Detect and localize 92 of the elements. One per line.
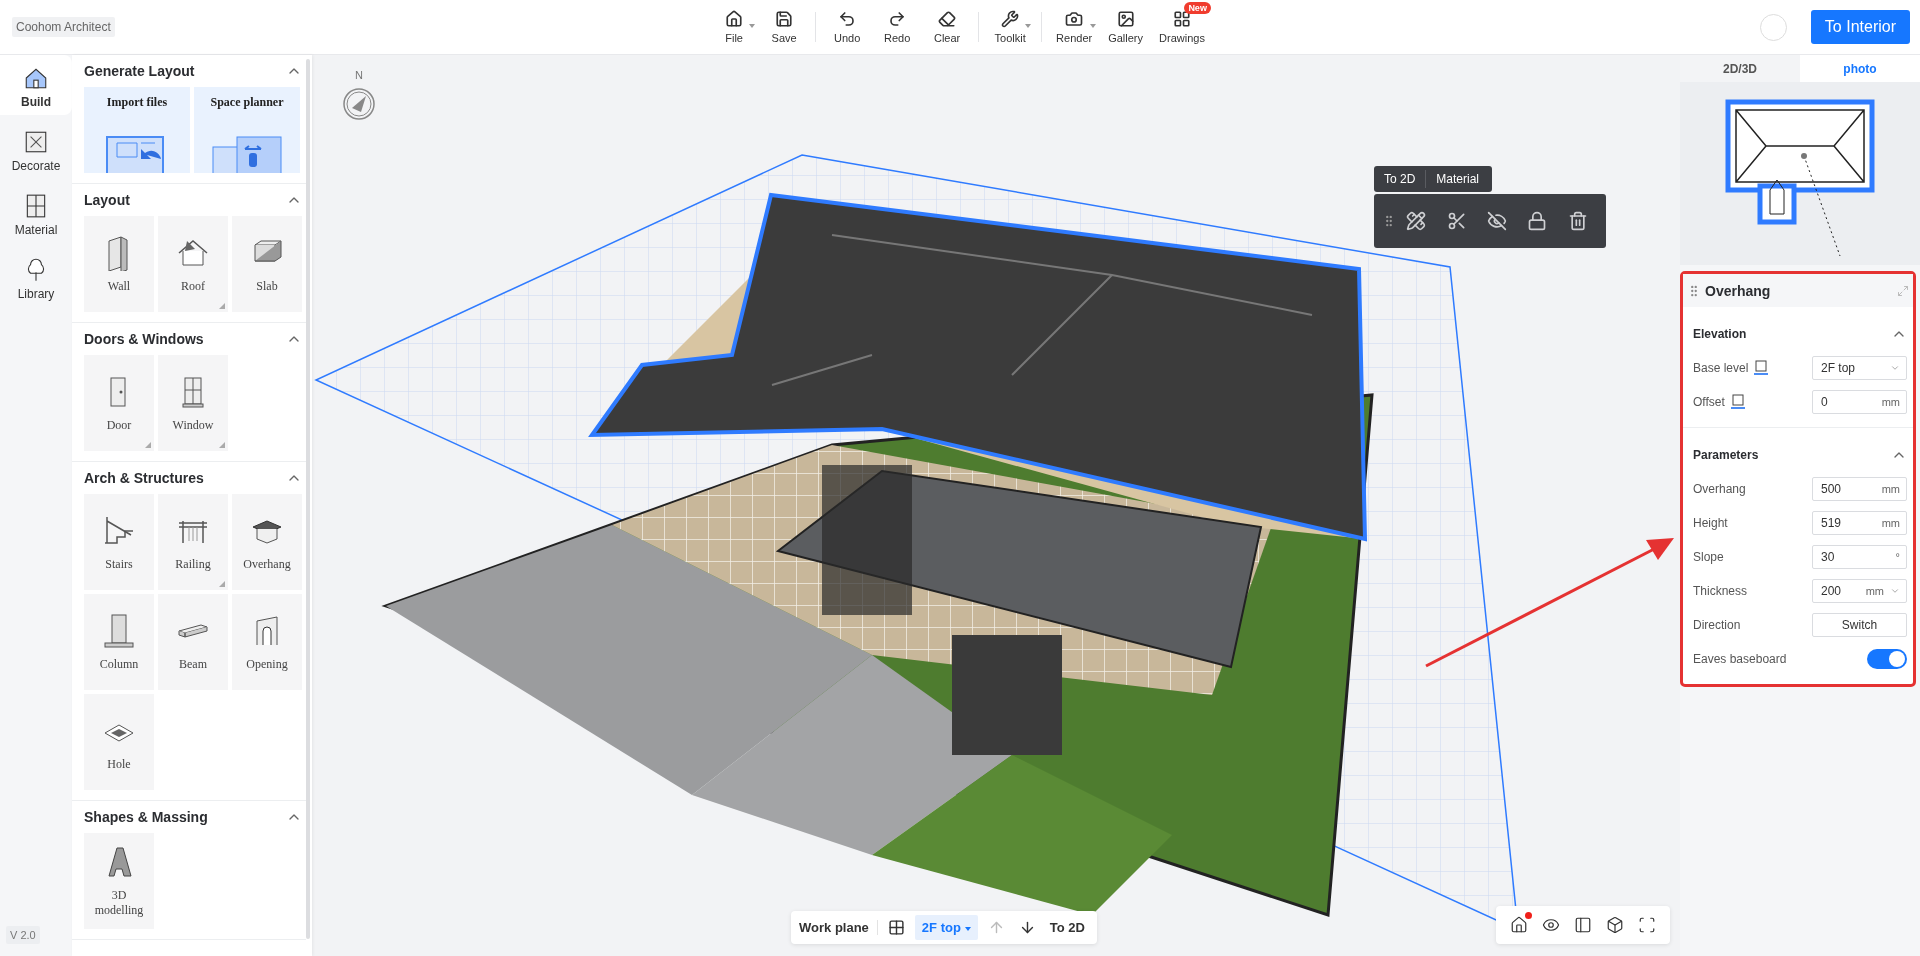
unit-label: mm	[1865, 585, 1884, 597]
work-plane-label: Work plane	[799, 920, 878, 935]
feature-card[interactable]: Import files	[84, 87, 190, 173]
tool-tile[interactable]: 3D modelling	[84, 833, 154, 929]
section-title: Doors & Windows	[84, 331, 204, 347]
tool-icon	[101, 612, 137, 649]
rail-tab[interactable]: Material	[0, 183, 72, 243]
tool-icon	[1172, 10, 1191, 28]
rail-tab[interactable]: Library	[0, 247, 72, 307]
field-label: Direction	[1693, 618, 1741, 632]
toolbar-button[interactable]: Toolkit	[985, 6, 1036, 48]
level-icon	[1728, 393, 1747, 411]
field-label: Overhang	[1693, 482, 1746, 496]
unit-label: mm	[1881, 483, 1900, 495]
toolbar-button[interactable]: Save	[759, 6, 810, 48]
new-badge: New	[1184, 2, 1211, 14]
tool-icon	[1116, 10, 1135, 28]
preview-tab[interactable]: photo	[1800, 55, 1920, 82]
value-input[interactable]: 200	[1821, 584, 1866, 598]
toolbar-button[interactable]: Render	[1048, 6, 1101, 48]
tool-tile[interactable]: Roof	[158, 216, 228, 312]
notification-dot	[1525, 912, 1532, 919]
level-select[interactable]: 2F top	[1812, 356, 1907, 380]
to-interior-button[interactable]: To Interior	[1810, 10, 1910, 44]
rail-icon	[23, 129, 49, 155]
tool-tile[interactable]: Wall	[84, 216, 154, 312]
value-input[interactable]: 519	[1821, 516, 1882, 530]
level-dropdown[interactable]: 2F top	[914, 915, 978, 940]
number-field[interactable]: 0 mm	[1812, 390, 1907, 414]
switch-button[interactable]: Switch	[1812, 613, 1907, 637]
scrollbar[interactable]	[306, 59, 310, 939]
section-title: Generate Layout	[84, 63, 195, 79]
section-title: Parameters	[1693, 448, 1759, 462]
toolbar-button[interactable]: File	[709, 6, 760, 48]
tool-tile[interactable]: Column	[84, 594, 154, 690]
context-action[interactable]: Material	[1426, 170, 1490, 188]
panel-title: Overhang	[1705, 282, 1771, 299]
compass-icon[interactable]	[342, 87, 376, 121]
tool-tile[interactable]: Beam	[158, 594, 228, 690]
level-icon	[1752, 359, 1771, 377]
north-label: N	[355, 69, 363, 81]
field-label: Height	[1693, 516, 1728, 530]
unit-label: mm	[1881, 517, 1900, 529]
tool-tile[interactable]: Slab	[232, 216, 302, 312]
toolbar-button[interactable]: Redo	[872, 6, 923, 48]
value-input[interactable]: 2F top	[1821, 361, 1890, 375]
value-input[interactable]: 30	[1821, 550, 1896, 564]
context-action[interactable]: To 2D	[1374, 170, 1427, 188]
field-label: Offset	[1693, 395, 1725, 409]
field-label: Slope	[1693, 550, 1724, 564]
tool-tile[interactable]: Overhang	[232, 494, 302, 590]
dropdown-icon	[1890, 363, 1900, 373]
tool-tile[interactable]: Hole	[84, 694, 154, 790]
number-field[interactable]: 30 °	[1812, 545, 1907, 569]
toggle-switch[interactable]	[1867, 649, 1907, 669]
dropdown-icon	[1890, 586, 1900, 596]
section-title: Shapes & Massing	[84, 809, 208, 825]
feature-card[interactable]: Space planner	[194, 87, 300, 173]
tool-tile[interactable]: Railing	[158, 494, 228, 590]
rail-tab[interactable]: Build	[0, 55, 72, 115]
unit-label: °	[1895, 551, 1900, 563]
field-label: Thickness	[1693, 584, 1748, 598]
toolbar-button[interactable]: Gallery	[1100, 6, 1152, 48]
tool-icon	[725, 10, 744, 28]
rail-tab[interactable]: Decorate	[0, 119, 72, 179]
number-field[interactable]: 519 mm	[1812, 511, 1907, 535]
tool-icon	[775, 10, 794, 28]
toolbar-button[interactable]: Clear	[922, 6, 973, 48]
section-title: Elevation	[1693, 327, 1747, 341]
tool-tile[interactable]: Window	[158, 355, 228, 451]
unit-label: mm	[1881, 396, 1900, 408]
tool-icon	[888, 10, 907, 28]
toolbar-button[interactable]: Undo	[822, 6, 873, 48]
tool-icon	[838, 10, 857, 28]
section-title: Arch & Structures	[84, 470, 204, 486]
field-label: Eaves baseboard	[1693, 652, 1787, 666]
tool-icon	[1065, 10, 1084, 28]
number-field[interactable]: 500 mm	[1812, 477, 1907, 501]
tool-icon	[1001, 10, 1020, 28]
caret-icon	[964, 926, 971, 931]
version-label: V 2.0	[6, 926, 40, 944]
to-2d-button[interactable]: To 2D	[1045, 916, 1089, 939]
section-title: Layout	[84, 192, 130, 208]
tool-tile[interactable]: Stairs	[84, 494, 154, 590]
tool-tile[interactable]: Door	[84, 355, 154, 451]
value-input[interactable]: 500	[1821, 482, 1882, 496]
app-logo: Coohom Architect	[12, 17, 115, 37]
tool-tile[interactable]: Opening	[232, 594, 302, 690]
number-field[interactable]: 200 mm	[1812, 579, 1907, 603]
tool-icon	[938, 10, 957, 28]
field-label: Base level	[1693, 361, 1749, 375]
value-input[interactable]: 0	[1821, 395, 1882, 409]
